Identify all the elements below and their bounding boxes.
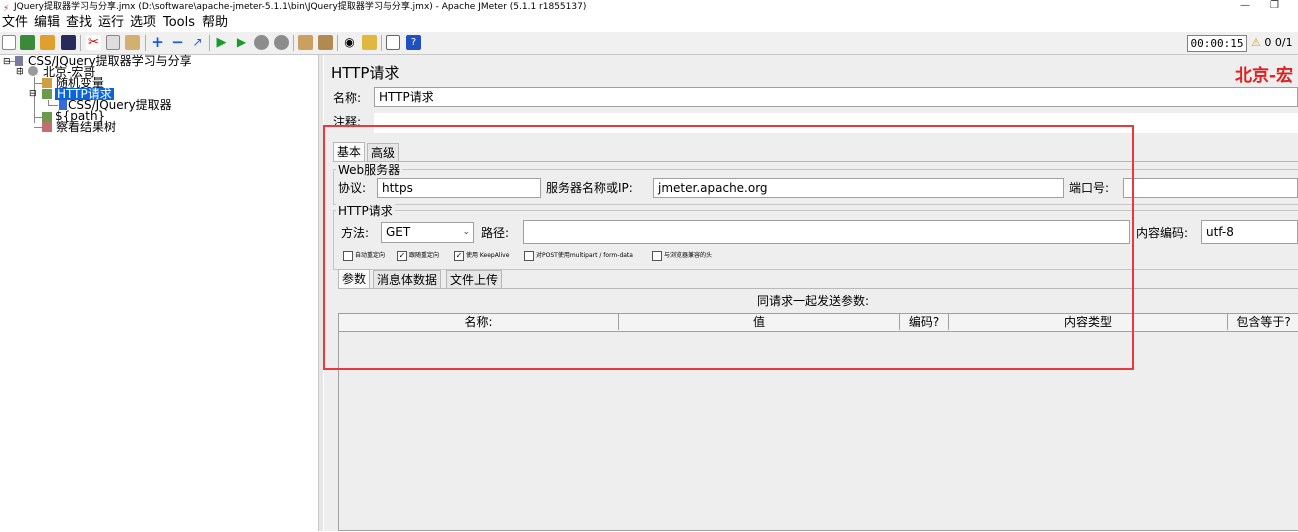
window-title: JQuery提取器学习与分享.jmx (D:\software\apache-j… [14,2,587,12]
start-icon[interactable]: ▶ [214,35,229,50]
menu-bar: 文件 编辑 查找 运行 选项 Tools 帮助 [0,14,1298,32]
help-icon[interactable]: ? [406,35,421,50]
toolbar-separator [145,35,146,51]
sampler-icon [42,112,52,122]
toolbar-separator [209,35,210,51]
encoding-label: 内容编码: [1136,226,1189,240]
search-icon[interactable]: ◉ [342,35,357,50]
warning-indicator[interactable]: ⚠ 0 0/1 [1251,35,1293,50]
menu-search[interactable]: 查找 [66,15,92,31]
warning-count: 0 [1264,36,1272,49]
toolbar-separator [381,35,382,51]
reset-search-icon[interactable] [362,35,377,50]
save-icon[interactable] [61,35,76,50]
minimize-button[interactable]: — [1240,0,1250,12]
collapse-icon[interactable]: − [170,35,185,50]
panel-title: HTTP请求 [331,64,400,82]
brand-watermark: 北京-宏 [1235,66,1294,86]
tree-line [34,117,42,118]
stop-icon[interactable] [254,35,269,50]
expand-icon[interactable]: + [150,35,165,50]
test-plan-icon [15,56,23,66]
open-icon[interactable] [40,35,55,50]
elapsed-timer: 00:00:15 [1187,35,1247,52]
name-field[interactable]: HTTP请求 [374,87,1298,107]
title-bar: ⚡ JQuery提取器学习与分享.jmx (D:\software\apache… [0,0,1298,14]
port-field[interactable] [1123,178,1298,198]
shutdown-icon[interactable] [274,35,289,50]
highlight-annotation-box [323,125,1134,370]
new-icon[interactable] [2,35,16,50]
random-variable-icon [42,78,52,88]
expander-icon[interactable]: ⊟ [29,88,37,100]
toolbar-separator [293,35,294,51]
copy-icon[interactable] [106,35,120,50]
menu-run[interactable]: 运行 [98,15,124,31]
warning-icon: ⚠ [1251,36,1261,49]
expander-icon[interactable]: ⊟ [16,66,24,78]
thread-group-icon [28,66,38,76]
clear-icon[interactable] [298,35,313,50]
function-helper-icon[interactable] [386,35,400,50]
toolbar-separator [80,35,81,51]
encoding-field[interactable]: utf-8 [1201,220,1298,244]
listener-icon [42,122,52,132]
paste-icon[interactable] [125,35,140,50]
column-include-equals[interactable]: 包含等于? [1228,314,1298,330]
sampler-icon [42,89,52,99]
menu-tools[interactable]: Tools [163,15,195,31]
expander-icon[interactable]: ⊟ [3,56,11,68]
menu-help[interactable]: 帮助 [202,15,228,31]
thread-count: 0/1 [1274,36,1293,49]
menu-options[interactable]: 选项 [130,15,156,31]
cut-icon[interactable]: ✂ [86,35,101,50]
restore-button[interactable]: ❐ [1270,0,1279,12]
name-label: 名称: [333,91,362,105]
templates-icon[interactable] [20,35,35,50]
toolbar: ✂ + − ↗ ▶ ▶ ◉ ? [0,32,1298,55]
tree-line [34,127,42,128]
start-no-pause-icon[interactable]: ▶ [234,35,249,50]
test-plan-tree: ⊟ CSS/JQuery提取器学习与分享 ⊟ 北京-宏哥 随机变量 ⊟ HTTP… [0,55,318,531]
menu-file[interactable]: 文件 [2,15,28,31]
toolbar-separator [337,35,338,51]
toggle-icon[interactable]: ↗ [190,35,205,50]
tree-line [48,105,58,106]
tree-line [34,83,42,84]
tree-node-view-results-tree[interactable]: 察看结果树 [56,121,116,133]
clear-all-icon[interactable] [318,35,333,50]
menu-edit[interactable]: 编辑 [34,15,60,31]
